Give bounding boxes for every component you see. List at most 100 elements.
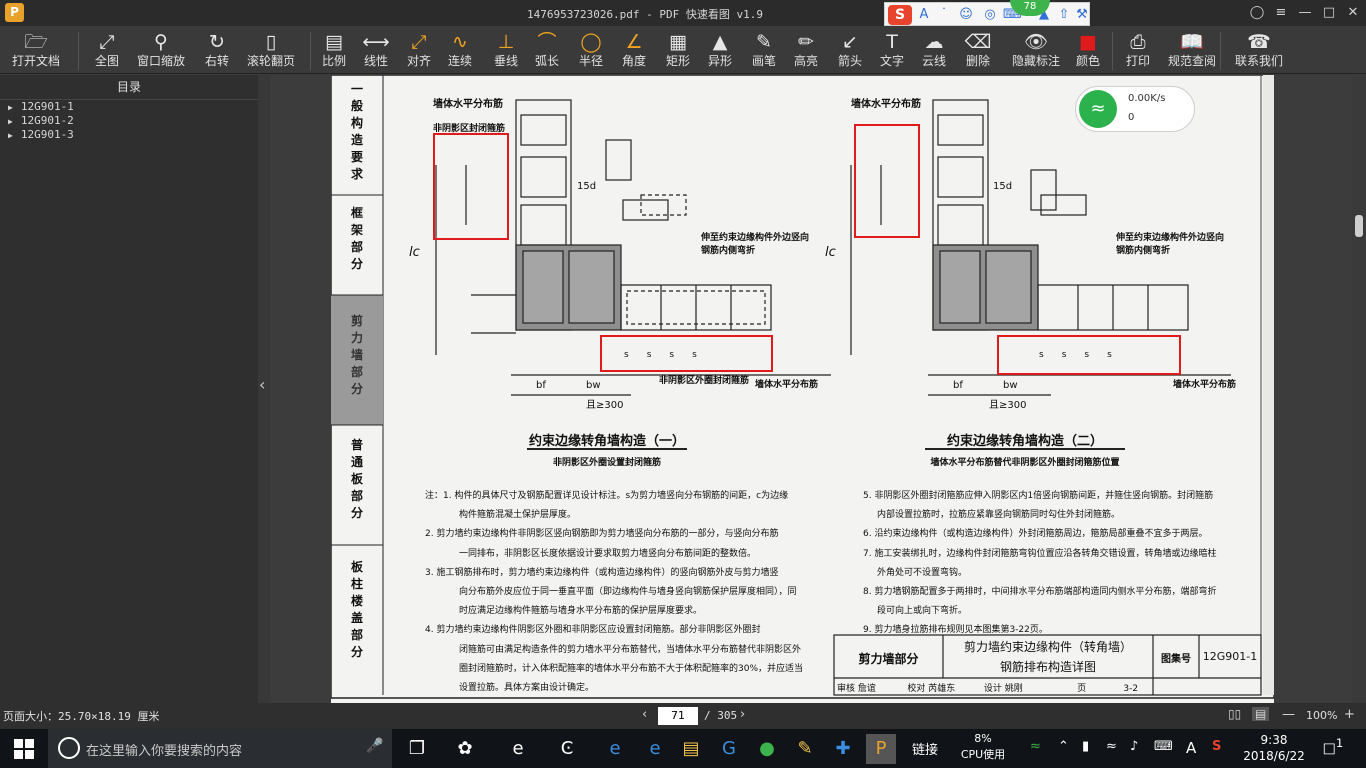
volume-icon[interactable]: ♪	[1130, 739, 1138, 754]
toolbar-button-perpendicular[interactable]: ⊥ 垂线	[492, 30, 520, 72]
sidebar-collapse-button[interactable]: ‹	[258, 75, 270, 703]
minimize-button[interactable]: —	[1294, 3, 1316, 23]
page-number-input[interactable]: 71	[658, 707, 698, 725]
zoom-window-icon: ⚲	[154, 31, 168, 53]
toolbar-button-contact[interactable]: ☎ 联系我们	[1232, 30, 1286, 72]
edge-icon[interactable]: e	[600, 734, 630, 764]
mouse-wheel-icon: ▯	[265, 31, 277, 53]
dim-15d-right: 15d	[993, 181, 1013, 192]
toc-item[interactable]: ▶ 12G901-2	[0, 114, 258, 128]
toolbar-button-hide-annotation[interactable]: 👁 隐藏标注	[1008, 30, 1064, 72]
pdf-viewer-taskbar-icon[interactable]: P	[866, 734, 896, 764]
highlight-box	[854, 124, 920, 238]
toolbar-button-rectangle-area[interactable]: ▦ 矩形	[664, 30, 692, 72]
toolbar-button-cloud-line[interactable]: ☁ 云线	[920, 30, 948, 72]
network-speed-widget[interactable]: ≈ 0.00K/s 0	[1075, 86, 1195, 132]
action-center-icon[interactable]: □1	[1320, 736, 1346, 760]
swirl-app-icon[interactable]: Ͼ	[552, 734, 582, 764]
two-page-view-icon[interactable]: ▯▯	[1228, 707, 1241, 721]
windows-start-icon[interactable]	[14, 739, 34, 759]
toolbar-button-scale[interactable]: ▤ 比例	[320, 30, 348, 72]
document-viewport[interactable]: 一般构造要求 框架部分 剪力墙部分 普通板部分 板柱楼盖部分 墙体水平分布筋 非阴影区封…	[270, 75, 1352, 703]
toolbar-button-arrow[interactable]: ↙ 箭头	[836, 30, 864, 72]
green-app-icon[interactable]: ●	[752, 734, 782, 764]
ie-browser-icon[interactable]: e	[503, 734, 533, 764]
toolbar-button-text[interactable]: T 文字	[878, 30, 906, 72]
toolbar-button-eraser[interactable]: ⌫ 删除	[964, 30, 992, 72]
fit-all-icon: ⤢	[99, 31, 115, 53]
vertical-scrollbar[interactable]	[1352, 75, 1366, 703]
ime-upload-icon[interactable]: ⇧	[1055, 6, 1073, 24]
dim-lc-left: lc	[409, 245, 420, 260]
maximize-button[interactable]: □	[1318, 3, 1340, 23]
user-icon[interactable]: ◯	[1246, 3, 1268, 23]
ime-lang-icon[interactable]: A	[915, 6, 933, 24]
browser-g-icon[interactable]: G	[714, 734, 744, 764]
taskbar-search-box[interactable]: 在这里输入你要搜索的内容 🎤	[48, 729, 392, 768]
prev-page-button[interactable]: ‹	[642, 707, 647, 722]
sogou-logo-icon[interactable]: S	[888, 5, 912, 25]
toolbar-button-arc-length[interactable]: ⌒ 弧长	[533, 30, 561, 72]
text-icon: T	[886, 31, 898, 53]
toolbar-button-polygon-area[interactable]: ▲ 异形	[706, 30, 734, 72]
toolbar-button-radius[interactable]: ◯ 半径	[577, 30, 605, 72]
expand-triangle-icon[interactable]: ▶	[8, 103, 13, 112]
toolbar-button-color-swatch[interactable]: ■ 颜色	[1074, 30, 1102, 72]
toolbar-button-linear-measure[interactable]: ⟷ 线性	[362, 30, 390, 72]
toolbar-label: 画笔	[751, 54, 776, 68]
note-line: 时应满足边缘构件箍筋与墙身水平分布筋的保护层厚度要求。	[459, 606, 703, 617]
label-extend-left: 伸至约束边缘构件外边竖向钢筋内侧弯折	[701, 233, 810, 256]
plus-app-icon[interactable]: ✚	[828, 734, 858, 764]
toolbar-button-folder[interactable]: 🗁 打开文档	[12, 30, 60, 72]
expand-triangle-icon[interactable]: ▶	[8, 117, 13, 126]
ime-emoji-icon[interactable]: ☺	[957, 6, 975, 24]
scrollbar-thumb[interactable]	[1355, 215, 1363, 237]
zoom-level[interactable]: 100%	[1306, 709, 1337, 722]
close-button[interactable]: ✕	[1342, 3, 1364, 23]
perpendicular-icon: ⊥	[497, 31, 515, 53]
single-page-view-icon[interactable]: ▤	[1252, 707, 1270, 721]
zoom-in-button[interactable]: +	[1344, 707, 1355, 722]
titleblock-signoff-row: 审核 詹谊 校对 芮雄东 设计 姚刚 页 3-2	[837, 684, 1139, 694]
link-label[interactable]: 链接	[912, 739, 938, 758]
toolbar-button-rotate-right[interactable]: ↻ 右转	[203, 30, 231, 72]
toolbar-button-printer[interactable]: ⎙ 打印	[1124, 30, 1152, 72]
toolbar-label: 滚轮翻页	[247, 54, 296, 68]
toolbar-button-mouse-wheel[interactable]: ▯ 滚轮翻页	[247, 30, 295, 72]
battery-icon[interactable]: ▮	[1082, 739, 1089, 754]
toolbar-button-highlighter[interactable]: ✏ 高亮	[792, 30, 820, 72]
fan-app-icon[interactable]: ✿	[450, 734, 480, 764]
toolbar-button-continuous-measure[interactable]: ∿ 连续	[446, 30, 474, 72]
notes-app-icon[interactable]: ✎	[790, 734, 820, 764]
toolbar-button-pen[interactable]: ✎ 画笔	[750, 30, 778, 72]
toc-item[interactable]: ▶ 12G901-3	[0, 128, 258, 142]
wifi-tray-icon[interactable]: ≈	[1030, 739, 1041, 754]
file-explorer-icon[interactable]: ▤	[676, 734, 706, 764]
ime-voice-icon[interactable]: ◎	[981, 6, 999, 24]
toolbar-button-align-measure[interactable]: ⤢ 对齐	[405, 30, 433, 72]
ime-wrench-icon[interactable]: ⚒	[1073, 6, 1091, 24]
note-line: 6. 沿约束边缘构件（或构造边缘构件）外封闭箍筋周边，箍筋局部重叠不宜多于两层。	[863, 529, 1208, 540]
task-view-icon[interactable]: ❐	[402, 734, 432, 764]
titleblock-atlas-no: 12G901-1	[1202, 650, 1258, 663]
zoom-out-button[interactable]: —	[1282, 707, 1295, 722]
ime-punct-icon[interactable]: ˙	[935, 6, 953, 24]
chevron-up-icon[interactable]: ⌃	[1058, 739, 1069, 754]
internet-explorer-icon[interactable]: e	[640, 734, 670, 764]
toolbar-button-fit-all[interactable]: ⤢ 全图	[90, 30, 124, 72]
network-tray-icon[interactable]: ≈	[1106, 739, 1117, 754]
clock[interactable]: 9:38 2018/6/22	[1238, 732, 1310, 764]
network-speed: 0.00K/s	[1128, 93, 1166, 104]
keyboard-icon[interactable]: ⌨	[1154, 739, 1173, 754]
toolbar-button-angle[interactable]: ∠ 角度	[620, 30, 648, 72]
toc-item[interactable]: ▶ 12G901-1	[0, 100, 258, 114]
expand-triangle-icon[interactable]: ▶	[8, 131, 13, 140]
sogou-tray-icon[interactable]: S	[1212, 739, 1221, 754]
toolbar-label: 联系我们	[1234, 54, 1283, 68]
settings-icon[interactable]: ≡	[1270, 3, 1292, 23]
ime-lang-tray[interactable]: A	[1186, 739, 1196, 757]
next-page-button[interactable]: ›	[740, 707, 745, 722]
toolbar-button-zoom-window[interactable]: ⚲ 窗口缩放	[137, 30, 185, 72]
toolbar-button-spec-book[interactable]: 📖 规范查阅	[1166, 30, 1218, 72]
microphone-icon[interactable]: 🎤	[366, 738, 383, 754]
